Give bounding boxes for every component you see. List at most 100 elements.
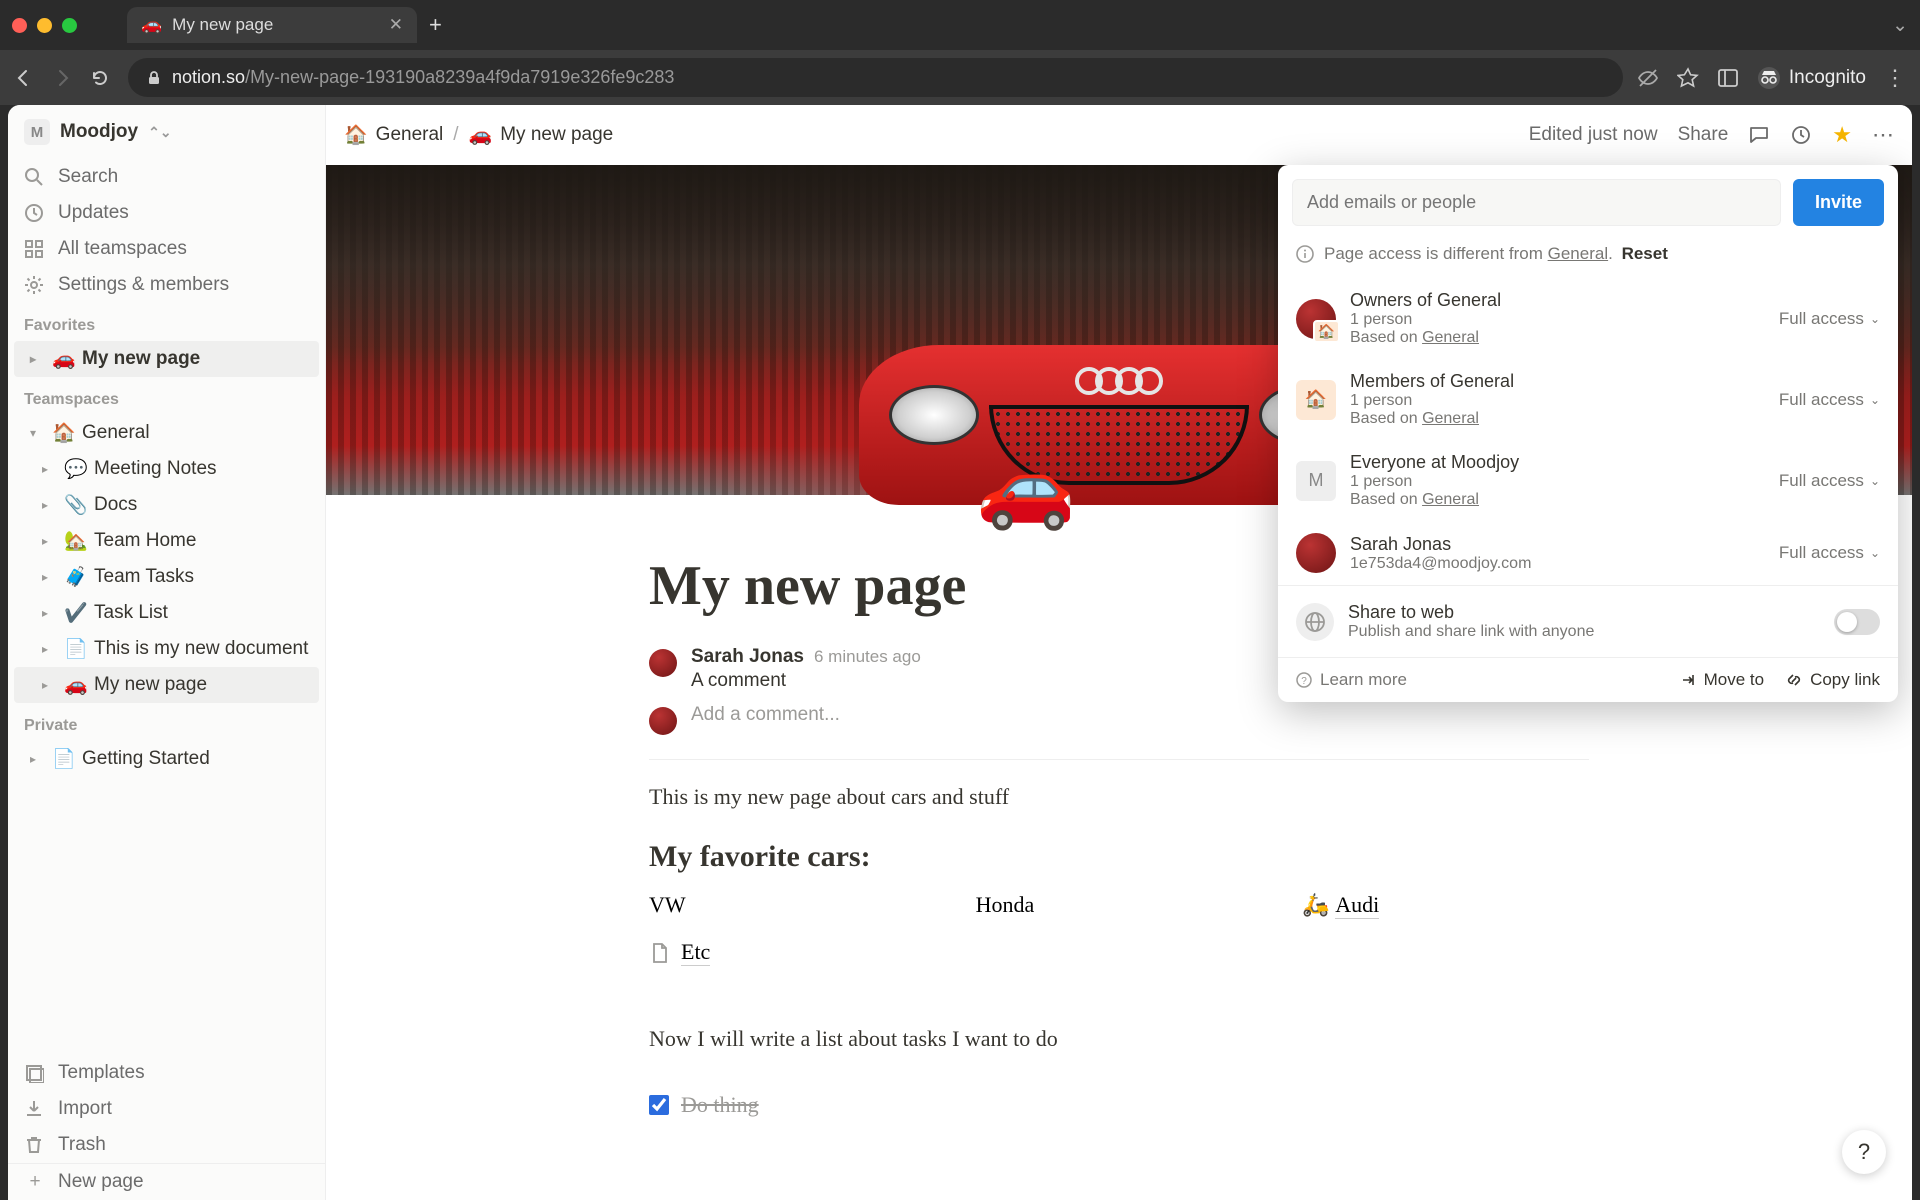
chevron-right-icon[interactable]: ▸ xyxy=(42,642,56,656)
sidebar-item-label: Import xyxy=(58,1098,112,1120)
access-dropdown[interactable]: Full access⌄ xyxy=(1779,471,1880,491)
subpage-link[interactable]: Etc xyxy=(649,939,1589,966)
page-mention[interactable]: Audi xyxy=(1335,892,1379,919)
sidebar-templates[interactable]: Templates xyxy=(8,1055,325,1091)
sidepanel-icon[interactable] xyxy=(1717,67,1739,89)
teamspace-page[interactable]: ▸ 🧳 Team Tasks xyxy=(14,559,319,595)
page-emoji: 💬 xyxy=(64,457,86,481)
learn-more-link[interactable]: ? Learn more xyxy=(1296,670,1407,690)
share-people-input[interactable] xyxy=(1292,179,1781,226)
chevron-right-icon[interactable]: ▸ xyxy=(42,498,56,512)
teamspace-page[interactable]: ▸ ✔️ Task List xyxy=(14,595,319,631)
favorite-item[interactable]: ▸ 🚗 My new page xyxy=(14,341,319,377)
sidebar-settings[interactable]: Settings & members xyxy=(8,267,325,303)
tabstrip-expand-icon[interactable]: ⌄ xyxy=(1892,14,1908,37)
paragraph[interactable]: This is my new page about cars and stuff xyxy=(649,784,1589,810)
new-tab-button[interactable]: + xyxy=(429,12,442,38)
help-circle-icon: ? xyxy=(1296,672,1312,688)
share-row-title: Members of General xyxy=(1350,371,1765,392)
basedon-link[interactable]: General xyxy=(1422,329,1479,346)
workspace-switcher[interactable]: M Moodjoy ⌃⌄ xyxy=(8,105,325,159)
page-emoji: 📎 xyxy=(64,493,86,517)
breadcrumb-item[interactable]: 🏠 General xyxy=(344,123,443,147)
close-tab-icon[interactable]: ✕ xyxy=(389,15,403,35)
access-dropdown[interactable]: Full access⌄ xyxy=(1779,543,1880,563)
sidebar-import[interactable]: Import xyxy=(8,1091,325,1127)
chevron-right-icon[interactable]: ▸ xyxy=(42,570,56,584)
share-row-user: Sarah Jonas 1e753da4@moodjoy.com Full ac… xyxy=(1278,521,1898,585)
heading-2[interactable]: My favorite cars: xyxy=(649,840,1589,874)
copy-link-button[interactable]: Copy link xyxy=(1786,670,1880,690)
window-zoom[interactable] xyxy=(62,18,77,33)
chevron-right-icon[interactable]: ▸ xyxy=(42,678,56,692)
notice-link[interactable]: General xyxy=(1548,244,1608,263)
window-close[interactable] xyxy=(12,18,27,33)
back-button[interactable] xyxy=(14,68,38,88)
forward-button[interactable] xyxy=(52,68,76,88)
column[interactable]: VW xyxy=(649,892,936,919)
sidebar-updates[interactable]: Updates xyxy=(8,195,325,231)
tracking-icon[interactable] xyxy=(1637,67,1659,89)
page-emoji: 🏡 xyxy=(64,529,86,553)
chevron-down-icon: ⌄ xyxy=(1870,393,1880,407)
chevron-right-icon[interactable]: ▸ xyxy=(30,352,44,366)
chevron-right-icon[interactable]: ▸ xyxy=(42,534,56,548)
share-button[interactable]: Share xyxy=(1678,124,1729,146)
teamspace-page-current[interactable]: ▸ 🚗 My new page xyxy=(14,667,319,703)
sidebar-all-teamspaces[interactable]: All teamspaces xyxy=(8,231,325,267)
chevron-right-icon[interactable]: ▸ xyxy=(42,462,56,476)
add-comment[interactable]: Add a comment... xyxy=(649,704,1589,735)
share-web-toggle[interactable] xyxy=(1834,609,1880,635)
favorite-star-icon[interactable]: ★ xyxy=(1832,122,1852,148)
teamspace-root[interactable]: ▾ 🏠 General xyxy=(14,415,319,451)
sidebar-search[interactable]: Search xyxy=(8,159,325,195)
access-dropdown[interactable]: Full access⌄ xyxy=(1779,309,1880,329)
private-page[interactable]: ▸ 📄 Getting Started xyxy=(14,741,319,777)
comments-icon[interactable] xyxy=(1748,124,1770,146)
share-row-basedon: Based on General xyxy=(1350,491,1765,509)
crumb-label: General xyxy=(376,124,444,146)
chevron-down-icon[interactable]: ▾ xyxy=(30,426,44,440)
crumb-label: My new page xyxy=(500,124,613,146)
todo-text[interactable]: Do thing xyxy=(681,1092,759,1118)
teamspace-page[interactable]: ▸ 📄 This is my new document xyxy=(14,631,319,667)
new-page-button[interactable]: + New page xyxy=(8,1164,325,1200)
reset-button[interactable]: Reset xyxy=(1622,244,1668,263)
breadcrumb-item-current[interactable]: 🚗 My new page xyxy=(469,123,614,147)
help-button[interactable]: ? xyxy=(1842,1130,1886,1174)
chevron-right-icon[interactable]: ▸ xyxy=(42,606,56,620)
basedon-link[interactable]: General xyxy=(1422,410,1479,427)
basedon-link[interactable]: General xyxy=(1422,491,1479,508)
share-row-sub: 1 person xyxy=(1350,473,1765,491)
teamspace-page[interactable]: ▸ 📎 Docs xyxy=(14,487,319,523)
column[interactable]: 🛵 Audi xyxy=(1302,892,1589,919)
more-icon[interactable]: ⋯ xyxy=(1872,122,1894,148)
address-bar[interactable]: notion.so/My-new-page-193190a8239a4f9da7… xyxy=(128,58,1623,97)
sidebar-trash[interactable]: Trash xyxy=(8,1127,325,1163)
todo-item[interactable]: Do thing xyxy=(649,1092,1589,1118)
share-web-title: Share to web xyxy=(1348,602,1820,623)
browser-tab[interactable]: 🚗 My new page ✕ xyxy=(127,7,417,43)
history-icon[interactable] xyxy=(1790,124,1812,146)
lock-icon xyxy=(146,70,162,86)
page-label: My new page xyxy=(82,348,200,370)
access-dropdown[interactable]: Full access⌄ xyxy=(1779,390,1880,410)
page-emoji: 📄 xyxy=(64,637,86,661)
reload-button[interactable] xyxy=(90,68,114,88)
browser-menu-icon[interactable]: ⋮ xyxy=(1884,65,1906,91)
paragraph[interactable]: Now I will write a list about tasks I wa… xyxy=(649,1026,1589,1052)
window-minimize[interactable] xyxy=(37,18,52,33)
move-to-button[interactable]: Move to xyxy=(1680,670,1764,690)
chevron-right-icon[interactable]: ▸ xyxy=(30,752,44,766)
teamspace-page[interactable]: ▸ 🏡 Team Home xyxy=(14,523,319,559)
trash-icon xyxy=(24,1135,46,1155)
incognito-indicator[interactable]: Incognito xyxy=(1757,66,1866,90)
column[interactable]: Honda xyxy=(976,892,1263,919)
bookmark-star-icon[interactable] xyxy=(1677,67,1699,89)
workspace-avatar: M xyxy=(24,119,50,145)
teamspace-page[interactable]: ▸ 💬 Meeting Notes xyxy=(14,451,319,487)
chevron-updown-icon: ⌃⌄ xyxy=(148,124,171,141)
todo-checkbox[interactable] xyxy=(649,1095,669,1115)
url-host: notion.so xyxy=(172,67,245,88)
invite-button[interactable]: Invite xyxy=(1793,179,1884,226)
